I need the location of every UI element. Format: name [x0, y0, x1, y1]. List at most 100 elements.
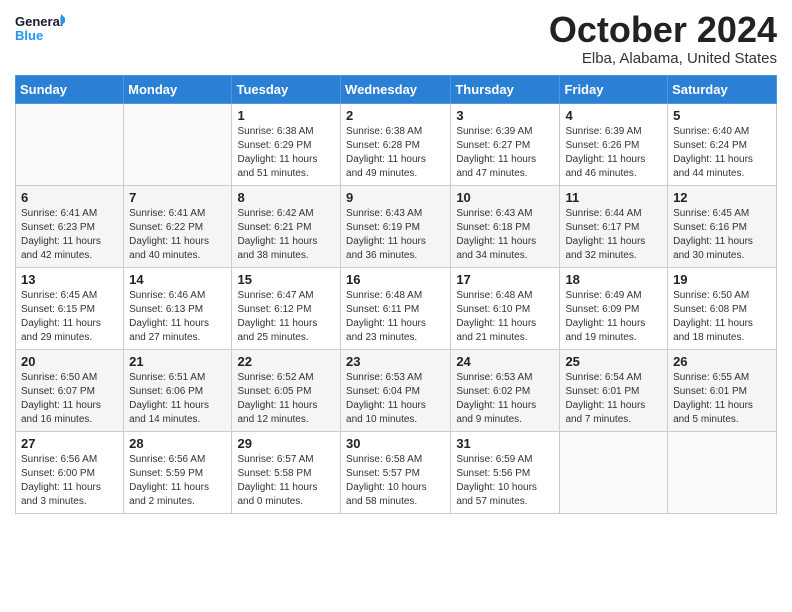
calendar-cell: 6 Sunrise: 6:41 AMSunset: 6:23 PMDaylight… — [16, 185, 124, 267]
col-wednesday: Wednesday — [341, 75, 451, 103]
calendar-cell — [560, 431, 668, 513]
calendar-cell — [668, 431, 777, 513]
calendar-week-4: 20Sunrise: 6:50 AMSunset: 6:07 PMDayligh… — [16, 349, 777, 431]
calendar-cell: 10Sunrise: 6:43 AMSunset: 6:18 PMDayligh… — [451, 185, 560, 267]
day-number: 18 — [565, 272, 662, 287]
col-saturday: Saturday — [668, 75, 777, 103]
day-number: 20 — [21, 354, 118, 369]
day-info: Sunrise: 6:40 AMSunset: 6:24 PMDaylight:… — [673, 125, 771, 181]
calendar-cell: 5 Sunrise: 6:40 AMSunset: 6:24 PMDaylight… — [668, 103, 777, 185]
calendar-cell: 11Sunrise: 6:44 AMSunset: 6:17 PMDayligh… — [560, 185, 668, 267]
calendar-cell: 23 Sunrise: 6:53 AMSunset: 6:04 PMDayligh… — [341, 349, 451, 431]
day-info: Sunrise: 6:39 AMSunset: 6:26 PMDaylight:… — [565, 125, 662, 181]
day-info: Sunrise: 6:59 AMSunset: 5:56 PMDaylight:… — [456, 453, 554, 509]
calendar-cell: 20Sunrise: 6:50 AMSunset: 6:07 PMDayligh… — [16, 349, 124, 431]
location: Elba, Alabama, United States — [549, 50, 777, 67]
day-number: 26 — [673, 354, 771, 369]
day-number: 29 — [237, 436, 335, 451]
day-number: 24 — [456, 354, 554, 369]
day-number: 16 — [346, 272, 445, 287]
day-number: 4 — [565, 108, 662, 123]
calendar-cell: 22Sunrise: 6:52 AMSunset: 6:05 PMDayligh… — [232, 349, 341, 431]
day-number: 1 — [237, 108, 335, 123]
calendar-cell: 14 Sunrise: 6:46 AMSunset: 6:13 PMDayligh… — [124, 267, 232, 349]
col-thursday: Thursday — [451, 75, 560, 103]
day-info: Sunrise: 6:49 AMSunset: 6:09 PMDaylight:… — [565, 289, 662, 345]
svg-text:Blue: Blue — [15, 28, 43, 43]
day-info: Sunrise: 6:48 AMSunset: 6:11 PMDaylight:… — [346, 289, 445, 345]
day-number: 11 — [565, 190, 662, 205]
day-number: 14 — [129, 272, 226, 287]
calendar-cell — [16, 103, 124, 185]
day-info: Sunrise: 6:53 AMSunset: 6:02 PMDaylight:… — [456, 371, 554, 427]
day-info: Sunrise: 6:56 AMSunset: 6:00 PMDaylight:… — [21, 453, 118, 509]
day-number: 13 — [21, 272, 118, 287]
day-info: Sunrise: 6:53 AMSunset: 6:04 PMDaylight:… — [346, 371, 445, 427]
calendar-cell: 28 Sunrise: 6:56 AMSunset: 5:59 PMDayligh… — [124, 431, 232, 513]
calendar-cell: 24 Sunrise: 6:53 AMSunset: 6:02 PMDayligh… — [451, 349, 560, 431]
day-number: 12 — [673, 190, 771, 205]
calendar-cell: 15Sunrise: 6:47 AMSunset: 6:12 PMDayligh… — [232, 267, 341, 349]
calendar-cell: 3Sunrise: 6:39 AMSunset: 6:27 PMDaylight… — [451, 103, 560, 185]
calendar-cell: 2Sunrise: 6:38 AMSunset: 6:28 PMDaylight… — [341, 103, 451, 185]
day-number: 5 — [673, 108, 771, 123]
day-info: Sunrise: 6:41 AMSunset: 6:22 PMDaylight:… — [129, 207, 226, 263]
col-monday: Monday — [124, 75, 232, 103]
calendar-cell: 12 Sunrise: 6:45 AMSunset: 6:16 PMDayligh… — [668, 185, 777, 267]
day-info: Sunrise: 6:38 AMSunset: 6:29 PMDaylight:… — [237, 125, 335, 181]
calendar-cell: 1 Sunrise: 6:38 AMSunset: 6:29 PMDaylight… — [232, 103, 341, 185]
day-number: 2 — [346, 108, 445, 123]
day-info: Sunrise: 6:57 AMSunset: 5:58 PMDaylight:… — [237, 453, 335, 509]
page: General Blue October 2024 Elba, Alabama,… — [0, 0, 792, 612]
month-title: October 2024 — [549, 10, 777, 50]
day-number: 17 — [456, 272, 554, 287]
day-info: Sunrise: 6:39 AMSunset: 6:27 PMDaylight:… — [456, 125, 554, 181]
col-tuesday: Tuesday — [232, 75, 341, 103]
day-info: Sunrise: 6:52 AMSunset: 6:05 PMDaylight:… — [237, 371, 335, 427]
calendar-cell: 21 Sunrise: 6:51 AMSunset: 6:06 PMDayligh… — [124, 349, 232, 431]
logo: General Blue — [15, 10, 65, 50]
logo-svg: General Blue — [15, 10, 65, 50]
day-info: Sunrise: 6:41 AMSunset: 6:23 PMDaylight:… — [21, 207, 118, 263]
day-info: Sunrise: 6:45 AMSunset: 6:16 PMDaylight:… — [673, 207, 771, 263]
day-number: 23 — [346, 354, 445, 369]
day-info: Sunrise: 6:48 AMSunset: 6:10 PMDaylight:… — [456, 289, 554, 345]
col-sunday: Sunday — [16, 75, 124, 103]
day-number: 6 — [21, 190, 118, 205]
calendar-cell: 9 Sunrise: 6:43 AMSunset: 6:19 PMDaylight… — [341, 185, 451, 267]
calendar-cell: 17 Sunrise: 6:48 AMSunset: 6:10 PMDayligh… — [451, 267, 560, 349]
calendar-cell: 8Sunrise: 6:42 AMSunset: 6:21 PMDaylight… — [232, 185, 341, 267]
calendar-table: Sunday Monday Tuesday Wednesday Thursday… — [15, 75, 777, 514]
day-info: Sunrise: 6:46 AMSunset: 6:13 PMDaylight:… — [129, 289, 226, 345]
day-info: Sunrise: 6:51 AMSunset: 6:06 PMDaylight:… — [129, 371, 226, 427]
calendar-cell: 19 Sunrise: 6:50 AMSunset: 6:08 PMDayligh… — [668, 267, 777, 349]
calendar-cell: 13Sunrise: 6:45 AMSunset: 6:15 PMDayligh… — [16, 267, 124, 349]
title-block: October 2024 Elba, Alabama, United State… — [549, 10, 777, 67]
day-number: 9 — [346, 190, 445, 205]
calendar-cell — [124, 103, 232, 185]
day-info: Sunrise: 6:43 AMSunset: 6:19 PMDaylight:… — [346, 207, 445, 263]
day-number: 21 — [129, 354, 226, 369]
day-info: Sunrise: 6:43 AMSunset: 6:18 PMDaylight:… — [456, 207, 554, 263]
svg-text:General: General — [15, 14, 63, 29]
calendar-cell: 7 Sunrise: 6:41 AMSunset: 6:22 PMDaylight… — [124, 185, 232, 267]
calendar-cell: 29 Sunrise: 6:57 AMSunset: 5:58 PMDayligh… — [232, 431, 341, 513]
calendar-week-5: 27 Sunrise: 6:56 AMSunset: 6:00 PMDayligh… — [16, 431, 777, 513]
calendar-cell: 4 Sunrise: 6:39 AMSunset: 6:26 PMDaylight… — [560, 103, 668, 185]
day-number: 30 — [346, 436, 445, 451]
day-number: 28 — [129, 436, 226, 451]
day-info: Sunrise: 6:54 AMSunset: 6:01 PMDaylight:… — [565, 371, 662, 427]
day-number: 27 — [21, 436, 118, 451]
day-info: Sunrise: 6:50 AMSunset: 6:08 PMDaylight:… — [673, 289, 771, 345]
calendar-cell: 31 Sunrise: 6:59 AMSunset: 5:56 PMDayligh… — [451, 431, 560, 513]
day-number: 31 — [456, 436, 554, 451]
calendar-cell: 27 Sunrise: 6:56 AMSunset: 6:00 PMDayligh… — [16, 431, 124, 513]
calendar-week-1: 1 Sunrise: 6:38 AMSunset: 6:29 PMDaylight… — [16, 103, 777, 185]
day-number: 19 — [673, 272, 771, 287]
day-number: 7 — [129, 190, 226, 205]
calendar-week-2: 6 Sunrise: 6:41 AMSunset: 6:23 PMDaylight… — [16, 185, 777, 267]
day-info: Sunrise: 6:56 AMSunset: 5:59 PMDaylight:… — [129, 453, 226, 509]
calendar-cell: 18 Sunrise: 6:49 AMSunset: 6:09 PMDayligh… — [560, 267, 668, 349]
day-info: Sunrise: 6:55 AMSunset: 6:01 PMDaylight:… — [673, 371, 771, 427]
calendar-cell: 16 Sunrise: 6:48 AMSunset: 6:11 PMDayligh… — [341, 267, 451, 349]
